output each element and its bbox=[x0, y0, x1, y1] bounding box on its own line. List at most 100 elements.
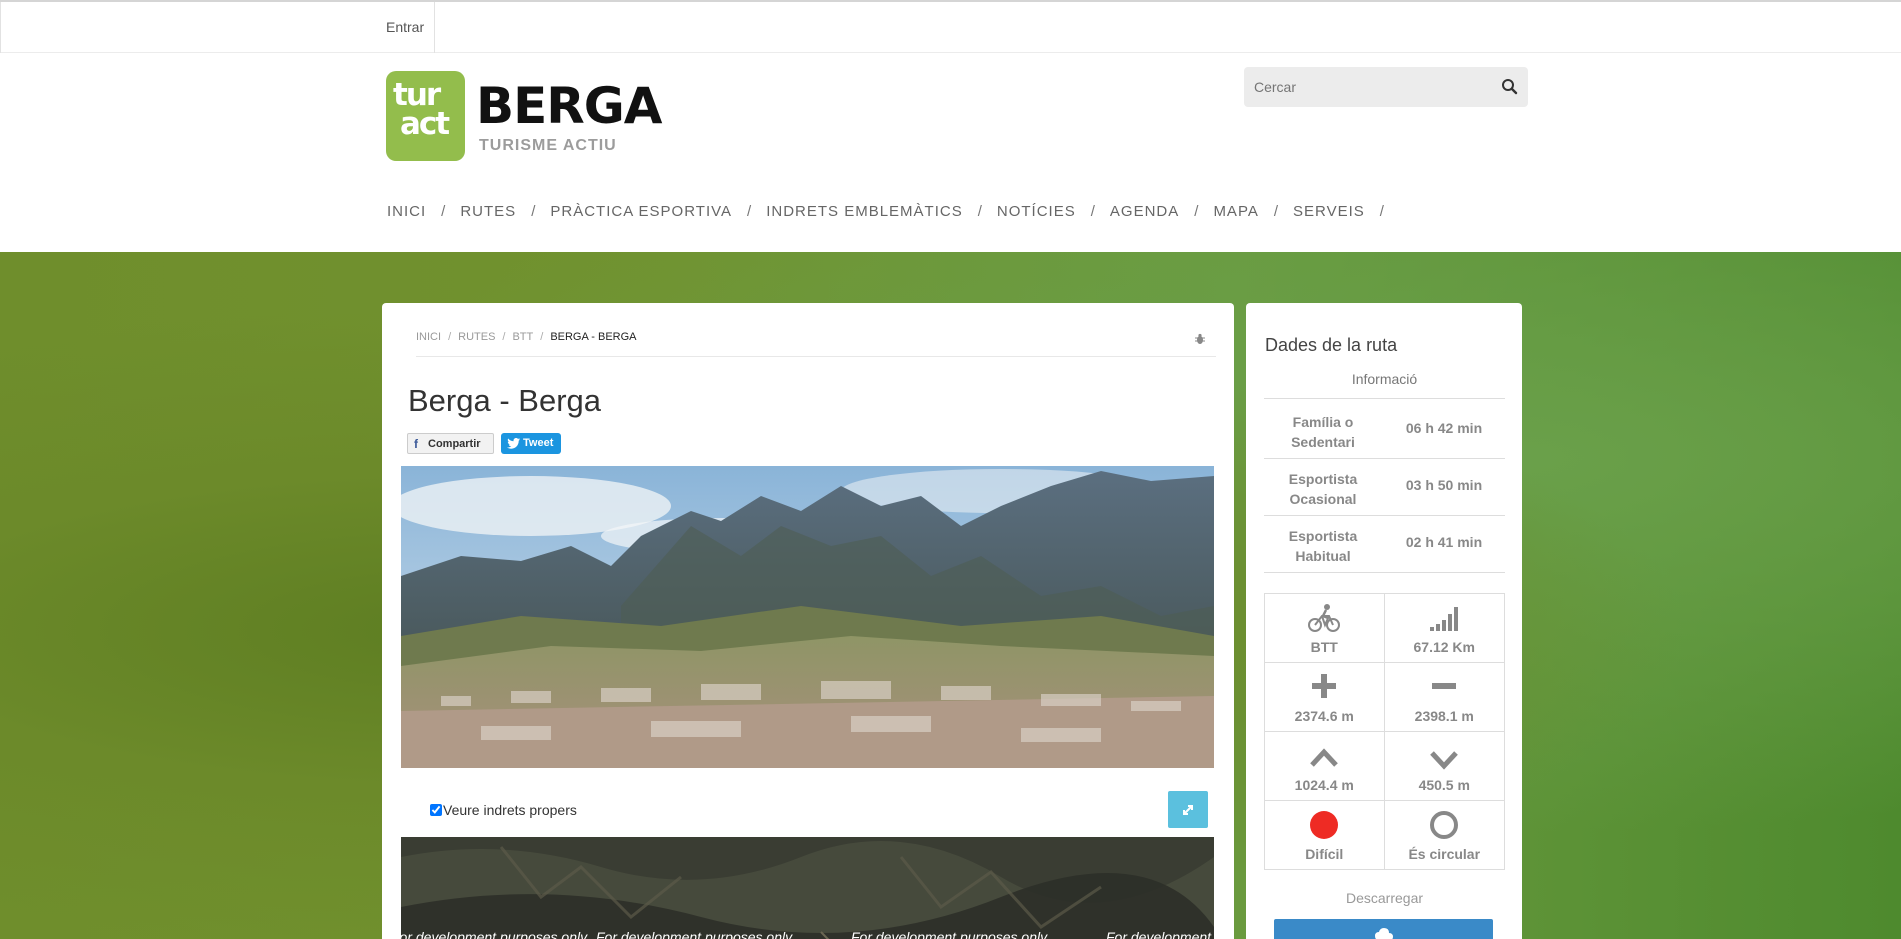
time-value: 02 h 41 min bbox=[1405, 534, 1483, 550]
nearby-places-label: Veure indrets propers bbox=[443, 802, 577, 818]
chevron-up-icon bbox=[1310, 748, 1339, 767]
nav-item-mapa[interactable]: MAPA bbox=[1213, 203, 1258, 220]
time-label: Família o Sedentari bbox=[1291, 414, 1355, 450]
cloud-download-icon bbox=[1375, 928, 1393, 939]
time-value: 06 h 42 min bbox=[1405, 420, 1483, 436]
fullscreen-map-button[interactable] bbox=[1168, 791, 1208, 828]
logo-subtitle: TURISME ACTIU bbox=[479, 137, 617, 154]
breadcrumb-item-btt[interactable]: BTT bbox=[512, 331, 533, 343]
twitter-bird-icon bbox=[507, 438, 520, 449]
nav-item-noticies[interactable]: NOTÍCIES bbox=[997, 203, 1076, 220]
route-photo[interactable] bbox=[401, 466, 1214, 768]
nav-item-practica-esportiva[interactable]: PRÀCTICA ESPORTIVA bbox=[550, 203, 732, 220]
top-bar: Entrar bbox=[0, 0, 1901, 53]
search-icon[interactable] bbox=[1500, 77, 1520, 97]
stat-difficulty: Difícil bbox=[1265, 801, 1385, 869]
stat-distance: 67.12 Km bbox=[1385, 594, 1505, 662]
breadcrumb-item-inici[interactable]: INICI bbox=[416, 331, 441, 343]
nav-item-serveis[interactable]: SERVEIS bbox=[1293, 203, 1365, 220]
logo-badge-line2: act bbox=[400, 106, 450, 142]
route-stats-grid: BTT 67.12 Km 2374.6 m 2398.1 m 1024.4 m … bbox=[1264, 593, 1505, 870]
site-logo[interactable]: tur act BERGA TURISME ACTIU bbox=[386, 71, 663, 163]
nav-item-inici[interactable]: INICI bbox=[387, 203, 426, 220]
facebook-icon: f bbox=[414, 437, 418, 451]
nav-separator: / bbox=[1090, 203, 1095, 220]
route-photo-image bbox=[401, 466, 1214, 768]
route-map-terrain bbox=[401, 837, 1214, 939]
nav-separator: / bbox=[1379, 203, 1384, 220]
time-row: Esportista Ocasional 03 h 50 min bbox=[1264, 459, 1505, 516]
login-area: Entrar bbox=[0, 2, 435, 53]
nav-separator: / bbox=[1194, 203, 1199, 220]
nav-separator: / bbox=[441, 203, 446, 220]
nav-item-agenda[interactable]: AGENDA bbox=[1110, 203, 1179, 220]
time-label: Esportista Habitual bbox=[1288, 528, 1358, 564]
breadcrumb: INICI / RUTES / BTT / BERGA - BERGA bbox=[416, 331, 1216, 357]
search-box bbox=[1244, 67, 1528, 107]
chevron-down-icon bbox=[1430, 751, 1459, 770]
stat-route-type: BTT bbox=[1265, 594, 1385, 662]
nav-item-indrets-emblematics[interactable]: INDRETS EMBLEMÀTICS bbox=[766, 203, 963, 220]
minus-icon bbox=[1432, 683, 1457, 689]
time-label: Esportista Ocasional bbox=[1288, 471, 1358, 507]
download-label: Descarregar bbox=[1345, 890, 1424, 906]
tweet-button[interactable]: Tweet bbox=[501, 433, 561, 454]
stat-circular-value: És circular bbox=[1408, 846, 1481, 862]
stat-distance-value: 67.12 Km bbox=[1413, 639, 1475, 655]
stat-max-altitude: 1024.4 m bbox=[1265, 732, 1385, 800]
nearby-places-checkbox[interactable] bbox=[430, 804, 442, 816]
route-map[interactable]: For development purposes only For develo… bbox=[401, 837, 1214, 939]
tweet-label: Tweet bbox=[523, 437, 554, 449]
nav-item-rutes[interactable]: RUTES bbox=[460, 203, 516, 220]
logo-badge: tur act bbox=[386, 71, 465, 161]
breadcrumb-separator: / bbox=[540, 331, 544, 343]
map-watermark: For development purposes only bbox=[596, 929, 793, 939]
route-times: Família o Sedentari 06 h 42 min Esportis… bbox=[1264, 402, 1505, 573]
bug-icon[interactable] bbox=[1194, 333, 1206, 345]
route-data-panel: Dades de la ruta Informació Família o Se… bbox=[1246, 303, 1522, 939]
stat-descent: 2398.1 m bbox=[1385, 663, 1505, 731]
search-input[interactable] bbox=[1244, 67, 1484, 107]
expand-icon bbox=[1183, 805, 1193, 815]
stat-max-altitude-value: 1024.4 m bbox=[1294, 777, 1354, 793]
circular-route-icon bbox=[1430, 811, 1459, 839]
time-row: Esportista Habitual 02 h 41 min bbox=[1264, 516, 1505, 573]
plus-icon bbox=[1312, 674, 1337, 698]
main-nav: INICI / RUTES / PRÀCTICA ESPORTIVA / INDRETS E… bbox=[387, 203, 1399, 227]
stat-min-altitude-value: 450.5 m bbox=[1418, 777, 1470, 793]
breadcrumb-separator: / bbox=[448, 331, 452, 343]
stat-min-altitude: 450.5 m bbox=[1385, 732, 1505, 800]
breadcrumb-separator: / bbox=[502, 331, 506, 343]
logo-name: BERGA bbox=[476, 77, 663, 135]
route-data-title: Dades de la ruta bbox=[1265, 335, 1398, 355]
stat-ascent: 2374.6 m bbox=[1265, 663, 1385, 731]
breadcrumb-current: BERGA - BERGA bbox=[550, 331, 637, 343]
nav-separator: / bbox=[1273, 203, 1279, 220]
download-button[interactable] bbox=[1274, 919, 1493, 939]
stat-descent-value: 2398.1 m bbox=[1414, 708, 1474, 724]
nav-separator: / bbox=[747, 203, 752, 220]
map-watermark: For development purposes only bbox=[1106, 929, 1214, 939]
map-watermark: For development purposes only bbox=[401, 929, 588, 939]
time-value: 03 h 50 min bbox=[1405, 477, 1483, 493]
route-card: INICI / RUTES / BTT / BERGA - BERGA Berga - Be… bbox=[382, 303, 1234, 939]
nav-separator: / bbox=[531, 203, 536, 220]
nav-separator: / bbox=[977, 203, 982, 220]
stat-ascent-value: 2374.6 m bbox=[1294, 708, 1354, 724]
signal-bars-icon bbox=[1430, 607, 1459, 631]
facebook-share-button[interactable]: f Compartir bbox=[407, 433, 494, 454]
facebook-share-label: Compartir bbox=[428, 438, 481, 450]
map-watermark: For development purposes only bbox=[851, 929, 1048, 939]
site-header: tur act BERGA TURISME ACTIU INICI / RUTES /… bbox=[0, 53, 1901, 252]
time-row: Família o Sedentari 06 h 42 min bbox=[1264, 402, 1505, 459]
route-data-subtitle: Informació bbox=[1264, 371, 1505, 399]
stat-route-type-value: BTT bbox=[1310, 639, 1338, 655]
mountain-bike-icon bbox=[1308, 604, 1341, 632]
page-title: Berga - Berga bbox=[408, 383, 601, 418]
stat-circular: És circular bbox=[1385, 801, 1505, 869]
difficulty-dot-icon bbox=[1310, 811, 1339, 839]
login-link[interactable]: Entrar bbox=[386, 19, 424, 35]
nearby-places-toggle[interactable]: Veure indrets propers bbox=[430, 802, 577, 818]
stat-difficulty-value: Difícil bbox=[1305, 846, 1344, 862]
breadcrumb-item-rutes[interactable]: RUTES bbox=[458, 331, 495, 343]
